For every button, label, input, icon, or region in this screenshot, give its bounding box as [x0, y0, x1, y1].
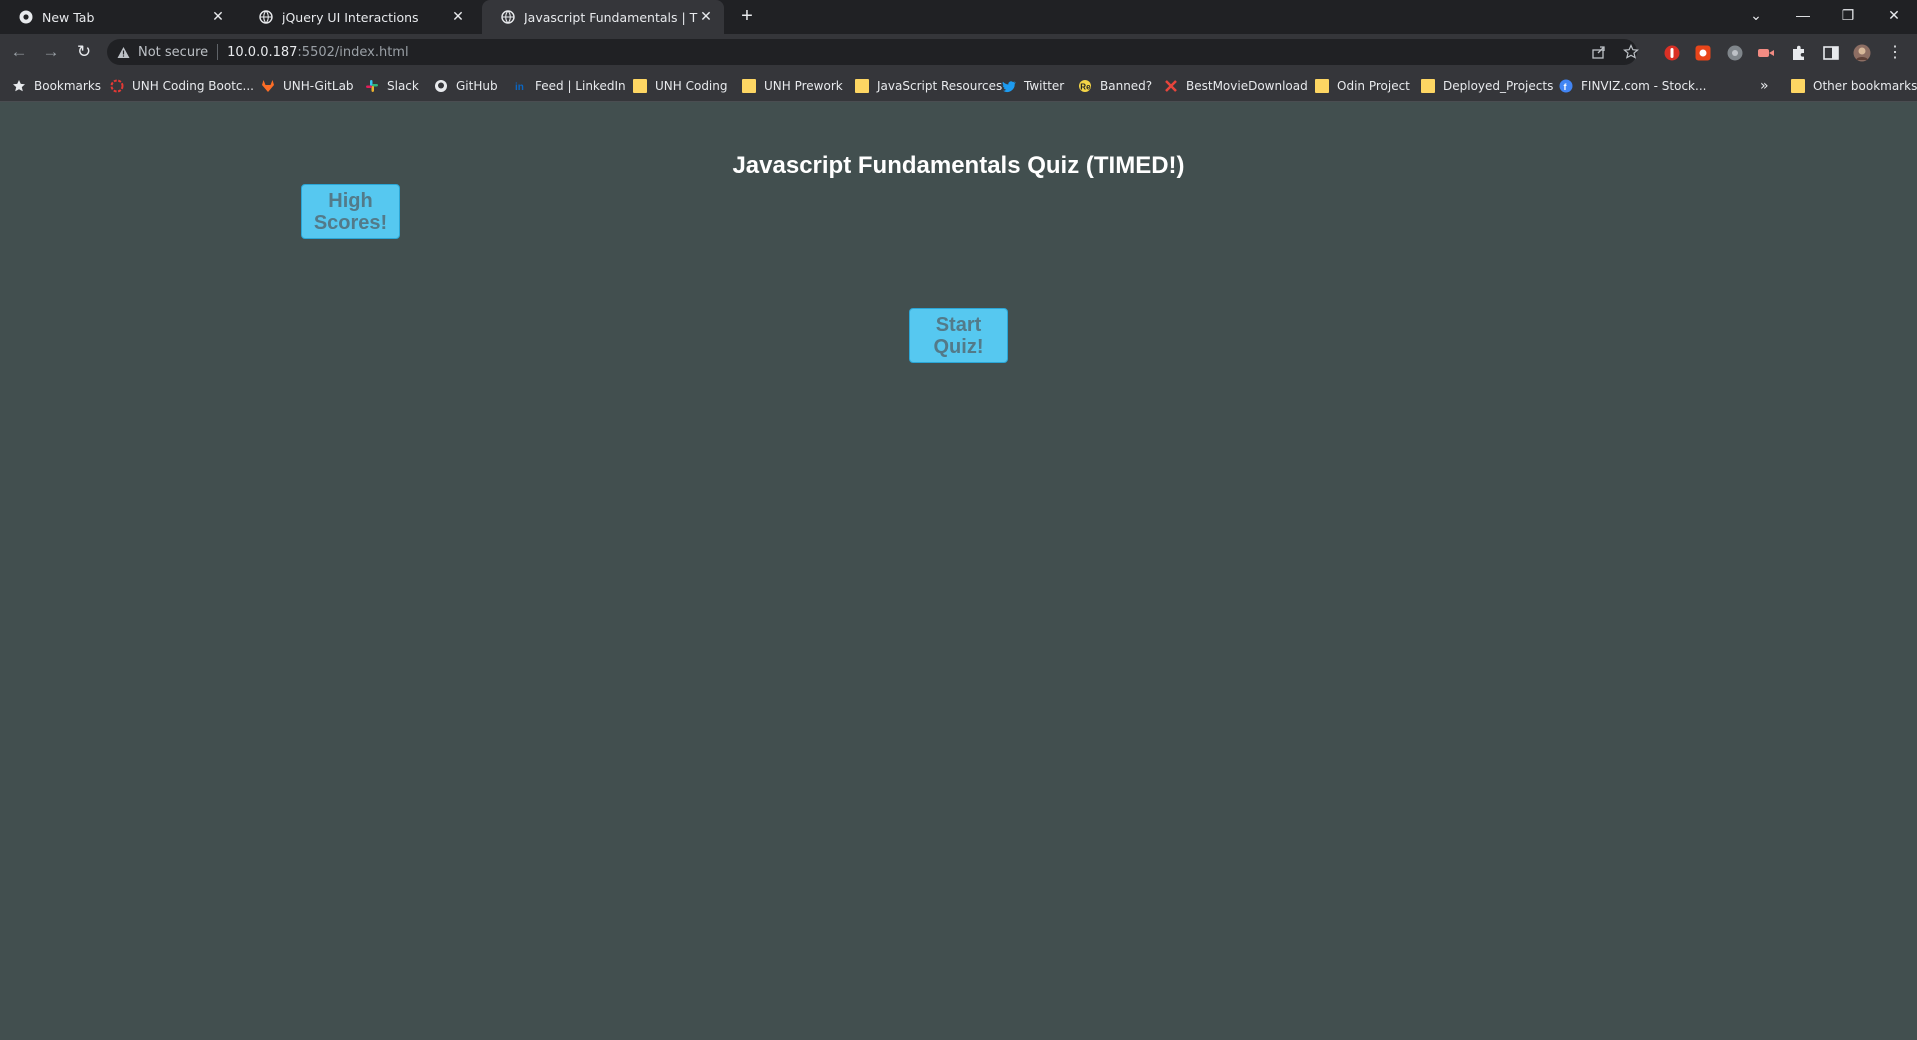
security-label: Not secure — [138, 44, 209, 60]
tab-new-tab[interactable]: New Tab ✕ — [0, 0, 236, 34]
overflow-chevron-icon: » — [1760, 78, 1769, 94]
linkedin-icon: in — [514, 80, 526, 93]
bookmarks-bar: Bookmarks UNH Coding Bootc... UNH-GitLab… — [0, 70, 1917, 102]
globe-icon — [259, 10, 273, 24]
bookmark-banned[interactable]: Re Banned? — [1078, 70, 1152, 102]
back-icon[interactable]: ← — [6, 39, 32, 65]
tab-search-icon[interactable]: ⌄ — [1740, 0, 1772, 30]
page-title: Javascript Fundamentals Quiz (TIMED!) — [732, 152, 1185, 179]
bookmark-deployed-projects[interactable]: Deployed_Projects — [1421, 70, 1553, 102]
folder-icon — [633, 79, 647, 93]
start-quiz-button[interactable]: Start Quiz! — [909, 308, 1008, 363]
bookmark-label: Bookmarks — [34, 79, 102, 93]
close-window-icon[interactable]: ✕ — [1878, 0, 1910, 30]
tab-title: jQuery UI Interactions — [282, 9, 419, 25]
svg-text:in: in — [515, 82, 524, 93]
bookmark-unh-prework[interactable]: UNH Prework — [742, 70, 843, 102]
bookmark-label: UNH-GitLab — [283, 79, 354, 93]
warning-icon — [117, 46, 130, 58]
twitter-icon — [1002, 81, 1016, 93]
bookmark-label: Slack — [387, 79, 419, 93]
bookmark-linkedin[interactable]: in Feed | LinkedIn — [513, 70, 626, 102]
puzzle-icon[interactable] — [1790, 44, 1808, 62]
star-icon — [13, 80, 25, 92]
globe-icon — [501, 10, 515, 24]
address-divider — [217, 44, 219, 60]
slack-icon — [366, 80, 378, 92]
bookmark-label: Deployed_Projects — [1443, 79, 1554, 93]
github-icon — [435, 80, 447, 92]
address-bar[interactable]: Not secure 10.0.0.187 :5502/index.html — [107, 39, 1637, 65]
avatar[interactable] — [1853, 44, 1871, 62]
bookmark-label: UNH Coding Bootc... — [132, 79, 254, 93]
side-panel-icon[interactable] — [1822, 44, 1840, 62]
bootcamp-icon — [110, 79, 124, 93]
bookmark-unh-bootcamp[interactable]: UNH Coding Bootc... — [110, 70, 254, 102]
bookmark-twitter[interactable]: Twitter — [1002, 70, 1064, 102]
extension-video-icon[interactable] — [1757, 44, 1775, 62]
chrome-icon — [19, 10, 33, 24]
bookmark-label: Twitter — [1024, 79, 1065, 93]
bookmark-bookmarks[interactable]: Bookmarks — [12, 70, 101, 102]
other-bookmarks[interactable]: Other bookmarks — [1791, 70, 1917, 102]
close-tab-icon[interactable]: ✕ — [698, 9, 714, 25]
tab-strip: New Tab ✕ jQuery UI Interactions ✕ Javas… — [0, 0, 1917, 34]
extension-gray-icon[interactable] — [1726, 44, 1744, 62]
tab-title: Javascript Fundamentals | Timed — [524, 9, 698, 25]
x-icon — [1165, 80, 1177, 92]
folder-icon — [742, 79, 756, 93]
extension-orange-icon[interactable] — [1694, 44, 1712, 62]
bookmark-label: BestMovieDownload — [1186, 79, 1308, 93]
gitlab-icon — [262, 80, 274, 92]
share-icon[interactable] — [1591, 44, 1607, 60]
forward-icon[interactable]: → — [38, 39, 64, 65]
bookmark-label: Odin Project — [1337, 79, 1410, 93]
finviz-icon: f — [1559, 79, 1573, 93]
folder-icon — [1791, 79, 1805, 93]
tab-quiz[interactable]: Javascript Fundamentals | Timed ✕ — [482, 0, 724, 34]
restore-icon[interactable]: ❐ — [1832, 0, 1864, 30]
bookmark-label: FINVIZ.com - Stock... — [1581, 79, 1707, 93]
bookmark-github[interactable]: GitHub — [434, 70, 498, 102]
other-bookmarks-label: Other bookmarks — [1813, 79, 1917, 93]
bookmark-label: UNH Prework — [764, 79, 843, 93]
url-host: 10.0.0.187 — [227, 44, 298, 60]
bookmark-odin-project[interactable]: Odin Project — [1315, 70, 1410, 102]
bookmark-label: Feed | LinkedIn — [535, 79, 626, 93]
menu-icon[interactable]: ⋮ — [1887, 43, 1903, 63]
close-tab-icon[interactable]: ✕ — [210, 9, 226, 25]
tab-title: New Tab — [42, 9, 95, 25]
folder-icon — [855, 79, 869, 93]
bookmark-unh-gitlab[interactable]: UNH-GitLab — [261, 70, 354, 102]
star-icon[interactable] — [1623, 44, 1639, 60]
bookmark-unh-coding[interactable]: UNH Coding — [633, 70, 728, 102]
new-tab-button[interactable]: + — [736, 6, 758, 28]
bookmarks-overflow-button[interactable]: » — [1760, 70, 1769, 102]
bookmark-slack[interactable]: Slack — [365, 70, 419, 102]
close-tab-icon[interactable]: ✕ — [450, 9, 466, 25]
bookmark-finviz[interactable]: f FINVIZ.com - Stock... — [1559, 70, 1706, 102]
banned-icon: Re — [1079, 80, 1091, 92]
minimize-icon[interactable]: — — [1787, 0, 1819, 30]
bookmark-label: JavaScript Resources — [877, 79, 1003, 93]
browser-toolbar: ← → ↻ Not secure 10.0.0.187 :5502/index.… — [0, 34, 1917, 70]
folder-icon — [1315, 79, 1329, 93]
bookmark-label: UNH Coding — [655, 79, 728, 93]
bookmark-javascript-resources[interactable]: JavaScript Resources — [855, 70, 1002, 102]
svg-text:Re: Re — [1080, 83, 1091, 92]
high-scores-button[interactable]: High Scores! — [301, 184, 400, 239]
folder-icon — [1421, 79, 1435, 93]
bookmark-label: GitHub — [456, 79, 498, 93]
extension-red-icon[interactable] — [1663, 44, 1681, 62]
bookmark-bestmoviedownload[interactable]: BestMovieDownload — [1164, 70, 1308, 102]
url-path: :5502/index.html — [297, 44, 409, 60]
tab-jquery-ui[interactable]: jQuery UI Interactions ✕ — [240, 0, 476, 34]
reload-icon[interactable]: ↻ — [71, 39, 97, 65]
bookmark-label: Banned? — [1100, 79, 1153, 93]
